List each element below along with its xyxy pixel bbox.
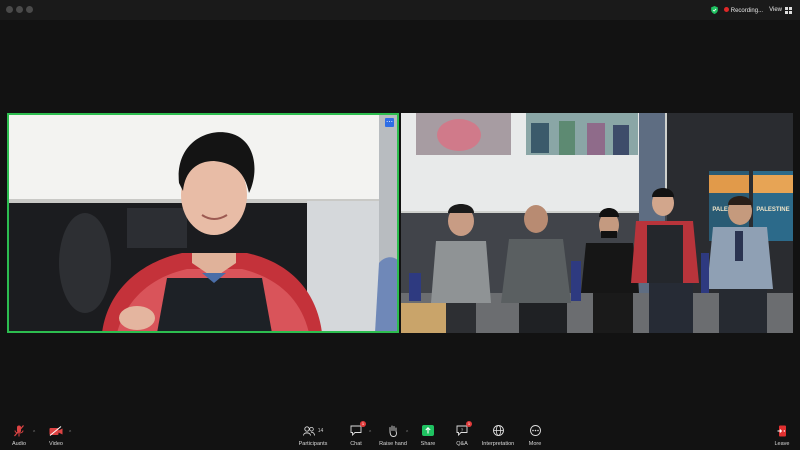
leave-door-icon — [777, 425, 786, 436]
meeting-toolbar: Audio ⌃ Video ⌃ 14 Participants 1 Chat ⌃… — [0, 420, 800, 450]
minimize-window-button[interactable] — [16, 6, 23, 13]
qa-icon: ? — [456, 425, 468, 436]
participants-count: 14 — [317, 427, 324, 434]
video-label: Video — [49, 441, 63, 447]
raise-hand-icon — [389, 425, 397, 437]
video-tile-panel[interactable]: PALESTINE PALESTINE — [401, 113, 793, 333]
video-camera-off-icon — [49, 425, 63, 436]
microphone-muted-icon — [14, 424, 24, 436]
more-label: More — [528, 441, 542, 447]
recording-status-area: Recording... View — [710, 4, 792, 16]
audio-label: Audio — [11, 441, 27, 447]
speaker-video-feed — [9, 115, 397, 331]
participants-label: Participants — [298, 441, 328, 447]
svg-text:?: ? — [461, 427, 464, 432]
recording-dot-icon — [723, 6, 729, 12]
view-label: View — [769, 7, 782, 13]
chat-bubble-icon — [350, 425, 362, 436]
dark-shirt — [157, 278, 272, 331]
video-tile-speaker[interactable]: ⋯ — [7, 113, 399, 333]
share-screen-icon — [422, 425, 434, 436]
leave-label: Leave — [774, 441, 790, 447]
meeting-window: Recording... View ⋯ PALESTINE Audio ⌃ Vi… — [0, 0, 800, 450]
more-button[interactable]: More — [510, 424, 560, 447]
poster-subheading: PALESTINE — [756, 207, 789, 213]
tile-options-button[interactable]: ⋯ — [385, 118, 394, 127]
zoom-window-button[interactable] — [26, 6, 33, 13]
grid-view-icon — [785, 6, 792, 14]
video-button[interactable]: Video — [31, 424, 81, 447]
participants-icon — [302, 425, 315, 436]
globe-icon — [492, 425, 504, 436]
share-label: Share — [420, 441, 436, 447]
recording-indicator[interactable]: Recording... — [723, 6, 764, 14]
chat-unread-badge: 1 — [360, 421, 366, 427]
video-options-chevron-icon[interactable]: ⌃ — [68, 430, 72, 436]
qa-label: Q&A — [456, 441, 468, 447]
recording-label: Recording... — [730, 7, 764, 14]
title-bar: Recording... View — [0, 0, 800, 20]
more-options-icon — [529, 425, 541, 436]
panel-video-feed: PALESTINE PALESTINE — [401, 113, 793, 333]
view-button[interactable]: View — [769, 6, 792, 14]
close-window-button[interactable] — [6, 6, 13, 13]
shield-icon[interactable] — [710, 6, 718, 14]
qa-unread-badge: 1 — [466, 421, 472, 427]
chat-label: Chat — [350, 441, 362, 447]
leave-button[interactable]: Leave — [757, 424, 800, 447]
